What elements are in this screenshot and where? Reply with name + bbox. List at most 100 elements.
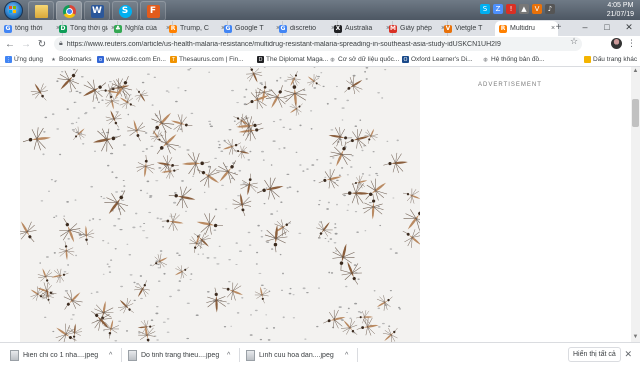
x-icon: X [334,24,342,33]
bookmark-label: Dấu trang khác [593,56,638,63]
image-file-icon [128,349,137,361]
scrollbar-thumb[interactable] [632,99,639,127]
tab-7[interactable]: M Giấy phép × [385,21,448,36]
tab-label: Vietgle T [455,25,483,32]
address-bar[interactable]: 🔒︎ https://www.reuters.com/article/us-he… [54,37,582,51]
skype-tray-icon[interactable]: S [480,4,490,14]
clock-date: 21/07/19 [606,11,634,18]
taskbar-foxit-button[interactable]: F [140,1,166,21]
download-shelf: Hien chi co 1 nha....jpeg ^ Do tinh tran… [0,342,640,367]
bookmark-apps[interactable]: ⋮ Ứng dụng [5,54,43,65]
tab-3[interactable]: R Trump, C × [165,21,228,36]
leaf-icon: ♣ [114,24,122,33]
chevron-up-icon[interactable]: ^ [345,352,348,359]
close-icon[interactable]: ✕ [624,349,632,360]
web-page: ADVERTISEMENT ▲ ▼ [0,67,640,342]
chevron-up-icon[interactable]: ^ [227,352,230,359]
minimize-icon[interactable]: – [574,20,596,34]
taskbar-explorer-button[interactable] [28,1,54,21]
tab-0[interactable]: G tổng thời × [0,21,63,36]
tab-label: discretio [290,25,317,32]
bookmark-label: The Diplomat Maga... [266,56,329,63]
google-icon: G [279,24,287,33]
chevron-up-icon[interactable]: ^ [109,352,112,359]
tab-9-active[interactable]: R Multidru × [495,21,558,36]
download-item[interactable]: Linh cuu hoa dan....jpeg ^ [246,347,352,363]
bookmark-bookmarks[interactable]: ★ Bookmarks [50,54,92,65]
tab-5[interactable]: G discretio × [275,21,338,36]
divider [357,348,358,362]
image-file-icon [246,349,255,361]
star-icon: ★ [51,56,56,63]
volume-tray-icon[interactable]: ♪ [545,4,555,14]
system-clock[interactable]: 4:05 PM 21/07/19 [607,1,634,19]
network-tray-icon[interactable]: ▲ [519,4,529,14]
divider [121,348,122,362]
tab-label: tổng thời [15,25,43,32]
bookmark-ozdic[interactable]: o www.ozdic.com En... [97,54,166,65]
tab-2[interactable]: ♣ Nghĩa của × [110,21,173,36]
bookmark-star-icon[interactable]: ☆ [570,36,578,47]
zalo-tray-icon[interactable]: Z [493,4,503,14]
word-icon: W [90,4,104,18]
bookmark-other-folder[interactable]: Dấu trang khác [584,54,637,65]
page-scrollbar[interactable]: ▲ ▼ [631,67,640,342]
map-icon: ◍ [483,56,488,63]
taskbar-skype-button[interactable]: S [112,1,138,21]
tab-8[interactable]: V Vietgle T × [440,21,503,36]
taskbar-word-button[interactable]: W [84,1,110,21]
thesaurus-icon: T [170,56,177,63]
scroll-up-icon[interactable]: ▲ [631,67,640,76]
diplomat-icon: D [257,56,264,63]
bookmark-label: Thesaurus.com | Fin... [179,56,244,63]
back-arrow-icon[interactable]: ← [3,37,17,51]
tab-label: Nghĩa của [125,25,157,32]
bookmark-map-system[interactable]: ◍ Hệ thống bản đồ... [482,54,545,65]
bookmark-label: Bookmarks [59,56,92,63]
bookmark-database[interactable]: ◍ Cơ sở dữ liệu quốc... [329,54,399,65]
unikey-tray-icon[interactable]: V [532,4,542,14]
lock-icon[interactable]: 🔒︎ [59,40,63,48]
taskbar-chrome-button[interactable] [56,1,82,21]
bookmark-label: Cơ sở dữ liệu quốc... [338,56,400,63]
tab-6[interactable]: X Australia × [330,21,393,36]
chrome-icon [62,4,76,18]
doc-icon: D [59,24,67,33]
tab-label: Australia [345,25,373,32]
tab-4[interactable]: G Google T × [220,21,283,36]
bookmark-label: Oxford Learner's Di... [411,56,473,63]
new-tab-button[interactable]: + [553,23,564,34]
start-button[interactable] [4,1,23,20]
download-item[interactable]: Do tinh trang thieu....jpeg ^ [128,347,234,363]
tab-label: Google T [235,25,264,32]
image-file-icon [10,349,19,361]
bookmark-diplomat[interactable]: D The Diplomat Maga... [257,54,328,65]
download-filename: Hien chi co 1 nha....jpeg [23,351,99,359]
system-tray: S Z ! ▲ V ♪ 4:05 PM 21/07/19 [480,0,640,20]
advertisement-label: ADVERTISEMENT [478,82,542,88]
download-item[interactable]: Hien chi co 1 nha....jpeg ^ [10,347,116,363]
bookmark-oxford[interactable]: O Oxford Learner's Di... [402,54,473,65]
scroll-down-icon[interactable]: ▼ [631,333,640,342]
url-text[interactable]: https://www.reuters.com/article/us-healt… [67,41,501,48]
ozdic-icon: o [97,56,104,63]
forward-arrow-icon[interactable]: → [19,37,33,51]
gmail-icon: M [389,24,397,33]
reload-icon[interactable]: ↻ [35,37,49,51]
close-window-icon[interactable]: ✕ [618,20,640,34]
maximize-icon[interactable]: □ [596,20,618,34]
profile-avatar[interactable] [611,38,622,49]
reuters-icon: R [169,24,177,33]
tab-1[interactable]: D Tổng thời gian × [55,21,118,36]
chrome-menu-icon[interactable]: ⋮ [627,38,636,49]
translate-icon: G [224,24,232,33]
tab-label: Multidru [510,25,535,32]
download-filename: Linh cuu hoa dan....jpeg [259,351,334,359]
tab-label: Giấy phép [400,25,432,32]
bookmark-label: www.ozdic.com En... [106,56,166,63]
tab-label: Tổng thời gian [70,25,108,32]
show-all-downloads-button[interactable]: Hiển thị tất cả [568,347,621,362]
antivirus-tray-icon[interactable]: ! [506,4,516,14]
bookmark-thesaurus[interactable]: T Thesaurus.com | Fin... [170,54,244,65]
bookmark-label: Hệ thống bản đồ... [491,56,545,63]
